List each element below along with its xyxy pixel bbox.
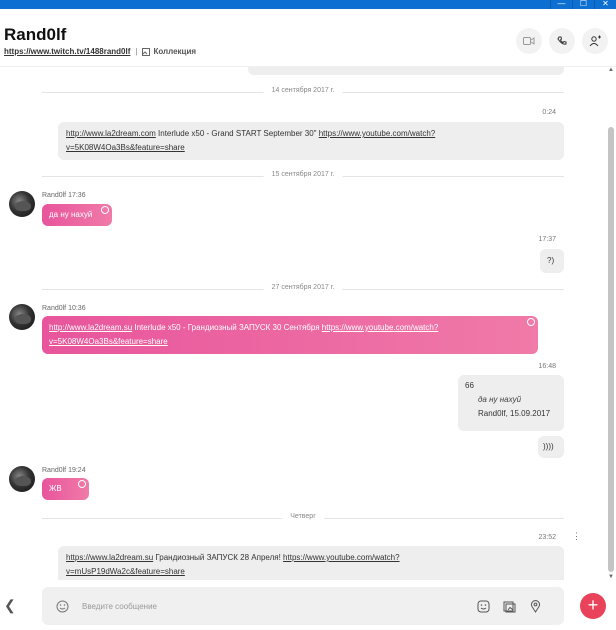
message-link[interactable]: http://www.la2dream.su [49,323,132,332]
incoming-message[interactable]: ЖВ [42,478,89,500]
message-link[interactable]: https://www.youtube.com/watch? [319,129,436,138]
media-button[interactable] [501,598,517,614]
sender-info: Rand0lf 19:24 [42,467,86,474]
scrollbar[interactable]: ▲ ▼ [608,67,614,580]
outgoing-message[interactable]: http://www.la2dream.com Interlude x50 - … [58,122,564,160]
quoted-message: да ну нахуй [478,395,522,404]
collection-label: Коллекция [153,47,197,56]
phone-icon [557,36,567,45]
close-window-button[interactable]: ✕ [594,0,616,9]
date-separator: Четверг [42,513,564,523]
reaction-icon[interactable] [527,318,535,326]
reaction-icon[interactable] [78,480,86,488]
collection-link[interactable]: Коллекция [142,47,196,56]
quote-meta: Rand0lf, 15.09.2017 [478,409,551,418]
message-time: 0:24 [542,109,556,116]
date-separator: 14 сентября 2017 г. [42,87,564,97]
incoming-message[interactable]: http://www.la2dream.su Interlude x50 - Г… [42,316,538,354]
window-controls: — ☐ ✕ [550,0,616,9]
reaction-icon[interactable] [101,206,109,214]
maximize-button[interactable]: ☐ [572,0,594,9]
back-arrow-icon[interactable]: ❮ [4,597,16,614]
sticker-icon [477,600,489,612]
outgoing-message[interactable]: )))) [538,436,564,458]
video-camera-icon [523,37,535,45]
message-link[interactable]: http://www.la2dream.com [66,129,156,138]
emoticon-button[interactable] [54,598,70,614]
avatar[interactable] [9,466,35,492]
message-link[interactable]: https://www.la2dream.su [66,553,153,562]
message-time: 23:52 [538,534,556,541]
scroll-up-icon[interactable]: ▲ [607,67,615,73]
media-gallery-icon [503,601,515,612]
avatar[interactable] [9,191,35,217]
add-person-icon [589,35,601,47]
message-composer: ❮ + [0,580,616,630]
message-input-box [42,587,564,625]
scrollbar-thumb[interactable] [608,127,614,572]
add-people-button[interactable] [582,28,608,54]
sender-info: Rand0lf 10:36 [42,305,86,312]
outgoing-message[interactable]: https://www.la2dream.su Грандиозный ЗАПУ… [58,546,564,580]
gallery-icon [142,47,151,56]
contact-mood-link[interactable]: https://www.twitch.tv/1488rand0lf [4,47,130,56]
location-pin-icon [530,599,540,613]
message-link[interactable]: https://www.youtube.com/watch? [283,553,400,562]
audio-call-button[interactable] [549,28,575,54]
location-button[interactable] [527,598,543,614]
sticker-button[interactable] [475,598,491,614]
avatar[interactable] [9,304,35,330]
message-time: 17:37 [538,236,556,243]
window-titlebar [0,0,616,9]
message-link[interactable]: v=5K08W4Oa3Bs&feature=share [66,143,185,152]
previous-message-bubble [248,67,564,75]
sender-info: Rand0lf 17:36 [42,192,86,199]
date-separator: 27 сентября 2017 г. [42,284,564,294]
contact-name[interactable]: Rand0lf [4,25,66,45]
more-options-icon[interactable]: ⋮ [572,531,581,542]
minimize-button[interactable]: — [550,0,572,9]
message-time: 16:48 [538,363,556,370]
date-separator: 15 сентября 2017 г. [42,171,564,181]
video-call-button[interactable] [516,28,542,54]
chat-header: Rand0lf https://www.twitch.tv/1488rand0l… [0,9,616,67]
conversation-history[interactable]: 14 сентября 2017 г. 0:24 http://www.la2d… [0,67,608,580]
message-link[interactable]: v=mUsP19dWa2c&feature=share [66,567,185,576]
incoming-message[interactable]: да ну нахуй [42,204,112,226]
message-input[interactable] [82,599,462,613]
subline-separator: | [135,47,138,56]
outgoing-message[interactable]: ?) [540,249,564,273]
message-link[interactable]: https://www.youtube.com/watch? [322,323,439,332]
message-link[interactable]: v=5K08W4Oa3Bs&feature=share [49,337,168,346]
add-content-button[interactable]: + [580,593,606,619]
smiley-icon [56,600,68,612]
outgoing-message[interactable]: 66 да ну нахуй Rand0lf, 15.09.2017 [458,375,564,431]
contact-subline: https://www.twitch.tv/1488rand0lf | Колл… [4,47,196,56]
